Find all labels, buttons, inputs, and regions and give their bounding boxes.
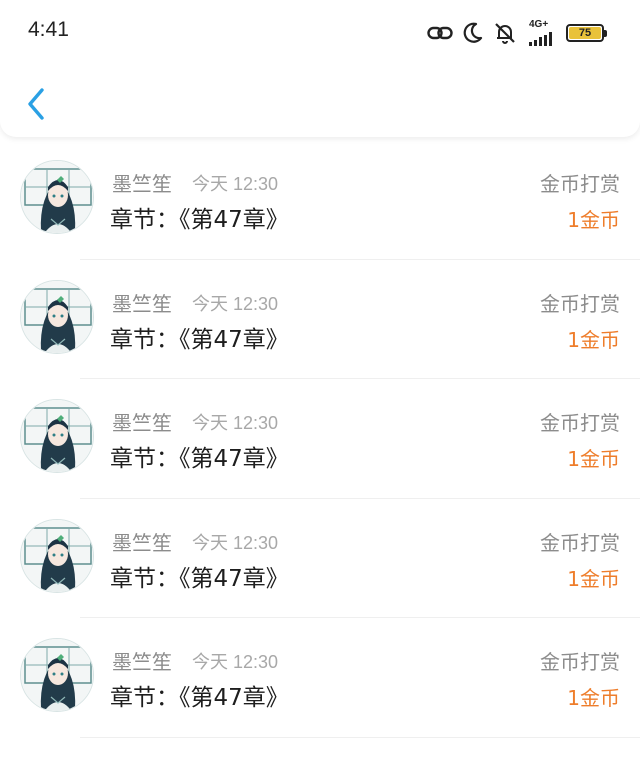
battery-icon: 75 <box>566 24 607 42</box>
avatar[interactable] <box>20 160 94 234</box>
chevron-left-icon <box>28 88 44 120</box>
chapter-title: 章节：《第47章》 <box>110 565 289 592</box>
status-icons: 4G+ 75 <box>427 18 607 48</box>
mute-icon <box>493 21 517 45</box>
reward-type: 金币打赏 <box>540 411 620 435</box>
chapter-title: 章节：《第47章》 <box>110 207 289 233</box>
donor-name: 墨竺笙 <box>112 411 172 435</box>
reward-type: 金币打赏 <box>540 650 620 674</box>
record-date: 今天 12:30 <box>192 174 279 194</box>
list-item[interactable]: 墨竺笙 今天 12:30 章节：《第47章》 金币打赏 1金币 <box>0 618 640 738</box>
status-bar: 4:41 4G+ 75 <box>0 0 640 64</box>
donor-name: 墨竺笙 <box>112 172 172 196</box>
reward-amount: 1金币 <box>567 566 620 591</box>
chapter-title: 章节：《第47章》 <box>110 446 289 472</box>
reward-amount: 1金币 <box>567 327 620 352</box>
moon-icon <box>463 22 483 44</box>
reward-type: 金币打赏 <box>540 172 620 196</box>
avatar[interactable] <box>20 518 94 593</box>
avatar[interactable] <box>20 638 94 712</box>
reward-record-list: 墨竺笙 今天 12:30 章节：《第47章》 金币打赏 1金币 墨竺笙 今天 1… <box>0 140 640 738</box>
donor-name: 墨竺笙 <box>112 291 172 316</box>
chapter-title: 章节：《第47章》 <box>110 685 289 711</box>
reward-type: 金币打赏 <box>540 291 620 316</box>
donor-name: 墨竺笙 <box>112 650 172 674</box>
reward-type: 金币打赏 <box>540 530 620 555</box>
signal-bars <box>529 32 552 46</box>
status-time: 4:41 <box>28 18 69 41</box>
signal-icon: 4G+ <box>529 20 552 46</box>
back-button[interactable] <box>20 84 52 124</box>
network-type: 4G+ <box>529 19 549 30</box>
list-item[interactable]: 墨竺笙 今天 12:30 章节：《第47章》 金币打赏 1金币 <box>0 260 640 379</box>
list-item[interactable]: 墨竺笙 今天 12:30 章节：《第47章》 金币打赏 1金币 <box>0 379 640 499</box>
record-date: 今天 12:30 <box>192 293 279 314</box>
list-item[interactable]: 墨竺笙 今天 12:30 章节：《第47章》 金币打赏 1金币 <box>0 140 640 260</box>
battery-level: 75 <box>578 27 592 39</box>
record-date: 今天 12:30 <box>192 413 279 433</box>
battery-fill: 75 <box>569 27 601 39</box>
reward-amount: 1金币 <box>567 686 620 710</box>
avatar[interactable] <box>20 279 94 354</box>
top-header: 4:41 4G+ 75 <box>0 0 640 137</box>
donor-name: 墨竺笙 <box>112 530 172 555</box>
list-item[interactable]: 墨竺笙 今天 12:30 章节：《第47章》 金币打赏 1金币 <box>0 499 640 618</box>
record-date: 今天 12:30 <box>192 532 279 553</box>
record-date: 今天 12:30 <box>192 652 279 672</box>
avatar[interactable] <box>20 399 94 473</box>
reward-amount: 1金币 <box>567 208 620 232</box>
chapter-title: 章节：《第47章》 <box>110 326 289 353</box>
row-divider <box>80 736 640 738</box>
reward-amount: 1金币 <box>567 447 620 471</box>
link-icon <box>427 23 453 43</box>
